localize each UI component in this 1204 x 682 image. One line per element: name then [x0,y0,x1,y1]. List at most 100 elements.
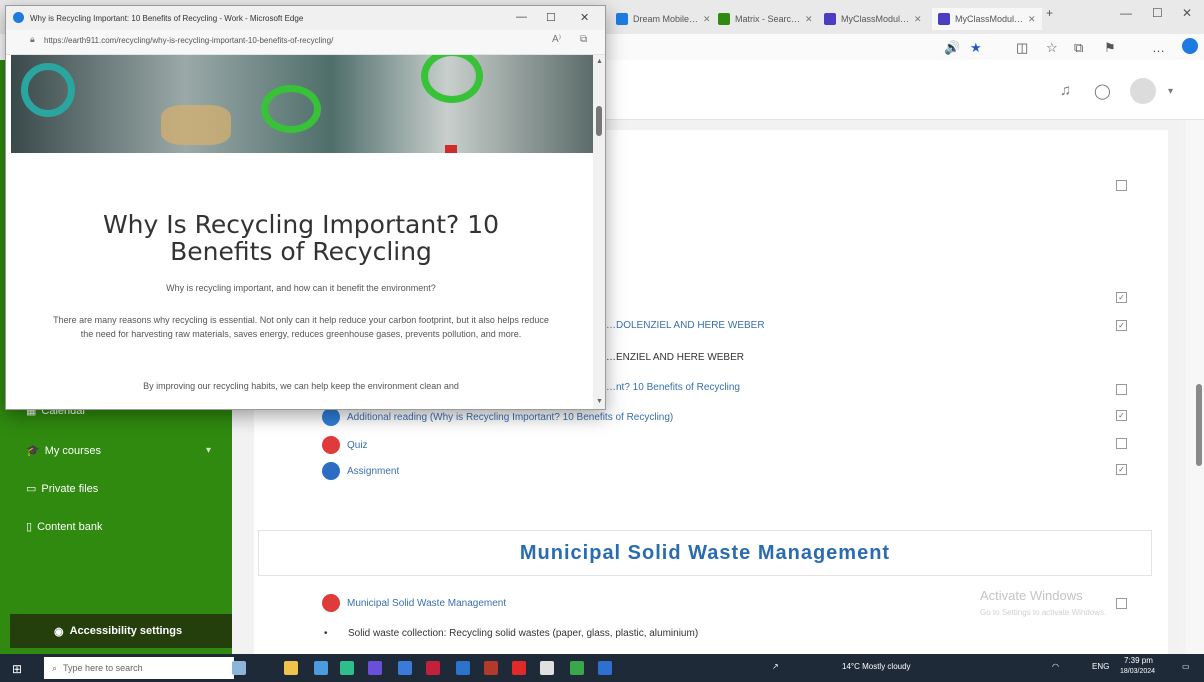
minimize-button[interactable]: — [1120,6,1132,20]
collections-icon[interactable]: ⧉ [580,34,587,45]
tab-label: MyClassModul… [955,14,1024,24]
more-options-icon[interactable]: … [1152,40,1165,55]
sidebar-item-label: Content bank [37,520,103,533]
lock-icon[interactable]: 🔒︎ [30,34,35,45]
user-avatar[interactable] [1130,78,1156,104]
page-scrollbar-thumb[interactable] [1196,384,1202,466]
vscode-icon[interactable] [398,661,412,675]
article-body: Why Is Recycling Important? 10 Benefits … [11,153,593,405]
app-blue-icon[interactable] [598,661,612,675]
new-tab-icon[interactable]: + [1046,6,1053,20]
pdf-icon[interactable] [540,661,554,675]
scroll-up-icon[interactable]: ▲ [596,58,603,65]
tab-favicon-icon [718,13,730,25]
activity-label: Additional reading (Why is Recycling Imp… [347,411,674,423]
scroll-down-icon[interactable]: ▼ [596,398,603,405]
file-explorer-icon[interactable] [284,661,298,675]
activity-label: Assignment [347,465,400,477]
windows-start-icon[interactable]: ⊞ [12,662,22,676]
popup-close-button[interactable]: ✕ [580,11,589,24]
search-placeholder: Type here to search [63,663,143,673]
notification-bell-icon[interactable]: ♫ [1060,82,1071,99]
read-aloud-icon[interactable]: A⁾ [552,34,561,45]
popup-scrollbar-thumb[interactable] [596,106,602,136]
browser-tab[interactable]: Dream Mobile… ✕ [610,8,717,30]
red-cap-shape [445,145,457,153]
favorites-icon[interactable]: ☆ [1046,40,1058,56]
tab-close-icon[interactable]: ✕ [703,14,711,25]
wifi-icon[interactable]: ◠ [1052,662,1059,671]
assignment-icon [322,462,340,480]
ring-shape [261,85,321,133]
maximize-button[interactable]: ☐ [1152,6,1163,20]
language-indicator[interactable]: ENG [1092,662,1109,671]
browser-tab-active[interactable]: MyClassModul… ✕ [932,8,1042,30]
tab-close-icon[interactable]: ✕ [914,14,922,25]
taskbar-search[interactable]: ⌕ Type here to search [44,657,234,679]
completion-checkbox[interactable]: ✓ [1116,464,1127,475]
popup-maximize-button[interactable]: ☐ [546,11,556,24]
activity-text: …ENZIEL AND HERE WEBER [606,352,744,363]
section-title[interactable]: Municipal Solid Waste Management [520,542,890,565]
completion-checkbox[interactable] [1116,598,1127,609]
popup-minimize-button[interactable]: — [516,11,527,23]
popup-address-bar[interactable]: 🔒︎ https://earth911.com/recycling/why-is… [6,30,605,55]
sidebar-item-content-bank[interactable]: ▯ Content bank [26,520,103,534]
cortana-app-icon[interactable] [232,661,246,675]
completion-checkbox[interactable] [1116,180,1127,191]
tab-favicon-icon [824,13,836,25]
search-icon: ⌕ [52,662,58,673]
app-red-icon[interactable] [512,661,526,675]
close-button[interactable]: ✕ [1182,6,1192,20]
teams-icon[interactable] [368,661,382,675]
completion-checkbox[interactable]: ✓ [1116,292,1127,303]
completion-checkbox[interactable] [1116,438,1127,449]
app-green-icon[interactable] [570,661,584,675]
store-icon[interactable] [314,661,328,675]
clock-time[interactable]: 7:39 pm [1124,656,1153,665]
arrow-icon[interactable]: ↗ [772,662,779,671]
completion-checkbox[interactable] [1116,384,1127,395]
messages-icon[interactable]: ◯ [1094,82,1111,100]
collections-icon[interactable]: ⧉ [1074,40,1083,56]
activity-assignment[interactable]: Assignment [322,462,399,480]
split-screen-icon[interactable]: ◫ [1016,40,1028,56]
clock-date[interactable]: 18/03/2024 [1120,668,1155,675]
sidebar-item-private-files[interactable]: ▭ Private files [26,482,99,496]
browser-tab[interactable]: MyClassModul… ✕ [818,8,928,30]
browser-tab[interactable]: Matrix - Searc… ✕ [712,8,819,30]
completion-checkbox[interactable]: ✓ [1116,410,1127,421]
mortarboard-icon: 🎓 [26,445,40,457]
user-menu-chevron-icon[interactable]: ▾ [1168,86,1173,97]
tab-close-icon[interactable]: ✕ [1028,14,1036,25]
copilot-icon[interactable] [1182,38,1198,54]
ring-shape [21,63,75,117]
completion-checkbox[interactable]: ✓ [1116,320,1127,331]
activity-link[interactable]: …DOLENZIEL AND HERE WEBER [606,320,765,331]
article-subtitle: Why is recycling important, and how can … [166,283,436,293]
favorite-star-icon[interactable]: ★ [970,40,982,56]
app-red-icon[interactable] [426,661,440,675]
activity-quiz[interactable]: Quiz [322,436,368,454]
popup-window-title: Why is Recycling Important: 10 Benefits … [30,13,304,23]
tab-close-icon[interactable]: ✕ [805,14,813,25]
sidebar-item-my-courses[interactable]: 🎓 My courses ▾ [26,444,211,458]
word-icon[interactable] [456,661,470,675]
activity-link[interactable]: …nt? 10 Benefits of Recycling [606,382,740,393]
notification-center-icon[interactable]: ▭ [1182,662,1190,671]
ring-shape [421,55,483,103]
article-paragraph-2: By improving our recycling habits, we ca… [143,381,459,391]
sidebar-item-label: Private files [41,482,99,495]
edge-taskbar-icon[interactable] [340,661,354,675]
extensions-icon[interactable]: ⚑ [1104,40,1116,56]
article-hero-image [11,55,593,153]
accessibility-settings-button[interactable]: ◉ Accessibility settings [10,614,232,648]
chevron-down-icon[interactable]: ▾ [206,445,211,456]
popup-browser-window[interactable]: Why is Recycling Important: 10 Benefits … [5,5,606,410]
popup-url[interactable]: https://earth911.com/recycling/why-is-re… [44,36,333,45]
weather-widget[interactable]: 14°C Mostly cloudy [842,662,911,671]
powerpoint-icon[interactable] [484,661,498,675]
read-aloud-icon[interactable]: 🔊 [944,40,960,56]
activity-section-page[interactable]: Municipal Solid Waste Management [322,594,506,612]
activity-additional-reading[interactable]: Additional reading (Why is Recycling Imp… [322,408,673,426]
